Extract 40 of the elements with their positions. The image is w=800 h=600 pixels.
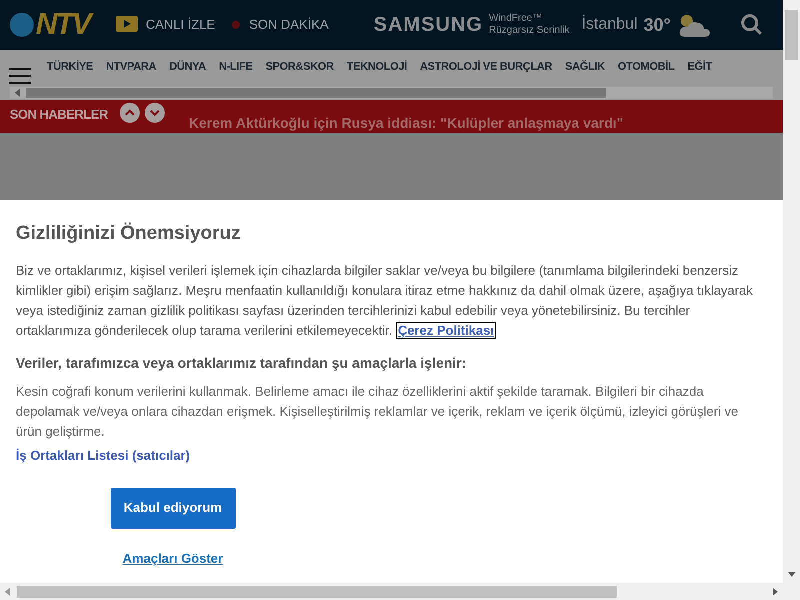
scrollbar-thumb[interactable] [17, 586, 617, 598]
scroll-left-icon[interactable] [4, 588, 12, 596]
nav-link[interactable]: ASTROLOJİ VE BURÇLAR [420, 59, 552, 76]
sponsor-subline: Rüzgarsız Serinlik [489, 25, 570, 37]
purposes-text: Kesin coğrafi konum verilerini kullanmak. Belirleme amacı ile cihaz özelliklerini aktif şekilde taramak. Bilgileri bir cihazda depolamak ve/veya onlara cihazdan erişmek. Kişiselleştirilmiş reklamlar ve içerik, reklam ve içerik ölçümü, izleyici görüşleri ve ürün geliştirme. [16, 382, 740, 441]
nav-link[interactable]: EĞİT [688, 59, 712, 76]
nav-link[interactable]: OTOMOBİL [618, 59, 675, 76]
nav-link[interactable]: NTVPARA [106, 59, 156, 76]
down-arrow-button[interactable] [145, 103, 166, 123]
policy-link[interactable]: Çerez Politikası [396, 322, 496, 338]
logo[interactable]: NTV [10, 10, 100, 40]
live-button[interactable]: CANLI İZLE [116, 15, 216, 35]
globe-icon [10, 13, 34, 37]
nav-link[interactable]: TEKNOLOJİ [346, 59, 408, 76]
breaking-news-button[interactable]: SON DAKİKA [231, 15, 329, 35]
play-icon [116, 16, 138, 34]
scroll-right-icon[interactable] [771, 588, 779, 596]
dot-icon [231, 20, 242, 30]
consent-text: Biz ve ortaklarımız, kişisel verileri işlemek için cihazlarda bilgiler saklar ve/veya bu bilgilere (tanımlama bilgilerindeki benzersiz kimlikler gibi) erişim sağlarız. Meşru menfaatin kullanıldığı konulara itiraz etme hakkınız da dahil olmak üzere, aşağıya tıklayarak veya istediğiniz zaman gizlilik politikası sayfası üzerinden tercihlerinizi kabul edebilir veya yönetebilirsiniz. Bu tercihler ortaklarımıza gönderilecek olup tarama verilerini etkilemeyecektir. Çerez Politikası [16, 262, 754, 340]
scroll-down-icon[interactable] [788, 572, 796, 578]
nav-link[interactable]: TÜRKİYE [47, 59, 94, 76]
dialog-title: Gizliliğinizi Önemsiyoruz [16, 222, 242, 246]
sponsor-tagline: WindFree™ [489, 13, 544, 25]
up-arrow-button[interactable] [120, 103, 140, 123]
menu-icon[interactable] [9, 68, 31, 84]
partners-link[interactable]: İş Ortakları Listesi (satıcılar) [16, 446, 190, 465]
nav-link[interactable]: N-LIFE [219, 59, 253, 76]
purposes-title: Veriler, tarafımızca veya ortaklarımız tarafından şu amaçlarla işlenir: [16, 354, 468, 373]
accept-button[interactable]: Kabul ediyorum [110, 488, 236, 528]
scrollbar-thumb[interactable] [785, 10, 798, 60]
scroll-left-icon[interactable] [14, 88, 22, 96]
temperature: 30° [644, 14, 671, 36]
search-icon[interactable] [741, 14, 763, 36]
nav-link[interactable]: SPOR&SKOR [266, 59, 334, 76]
ticker-label: SON HABERLER [10, 106, 108, 124]
show-purposes-link[interactable]: Amaçları Göster [122, 548, 224, 568]
nav-link[interactable]: DÜNYA [169, 59, 206, 76]
nav-link[interactable]: SAĞLIK [565, 59, 606, 76]
sponsor-brand: SAMSUNG [374, 13, 484, 38]
city-name: İstanbul [582, 14, 638, 35]
